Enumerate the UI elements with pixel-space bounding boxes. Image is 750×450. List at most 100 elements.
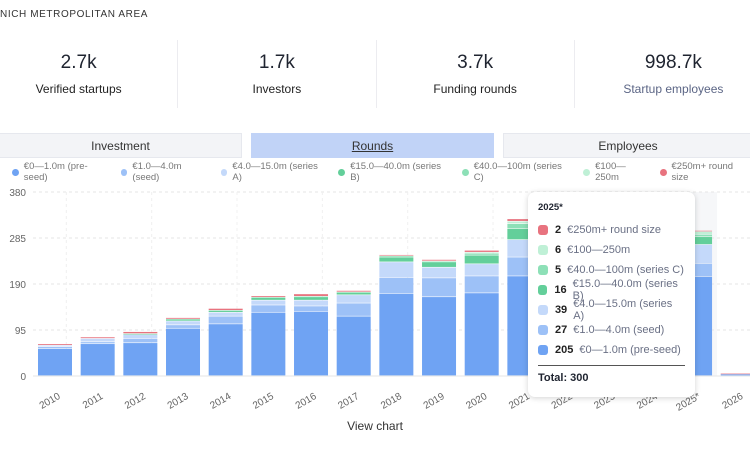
tooltip-value: 5 xyxy=(555,264,562,276)
bar-segment[interactable] xyxy=(294,294,329,296)
bar-segment[interactable] xyxy=(251,312,286,376)
tooltip-label: €1.0—4.0m (seed) xyxy=(573,324,665,336)
bar-segment[interactable] xyxy=(720,373,750,375)
x-tick-label: 2015 xyxy=(251,391,276,412)
bar-segment[interactable] xyxy=(720,374,750,376)
bar-segment[interactable] xyxy=(379,293,414,376)
bar-segment[interactable] xyxy=(336,292,371,295)
legend-dot-icon xyxy=(659,168,667,176)
bar-segment[interactable] xyxy=(80,337,115,339)
stat-investors[interactable]: 1.7k Investors xyxy=(178,40,377,108)
bar-segment[interactable] xyxy=(379,255,414,257)
bar-segment[interactable] xyxy=(251,305,286,312)
bar-segment[interactable] xyxy=(123,331,158,334)
stat-value: 998.7k xyxy=(644,52,702,73)
y-tick-label: 285 xyxy=(9,234,26,245)
bar-segment[interactable] xyxy=(80,338,115,342)
stat-verified-startups[interactable]: 2.7k Verified startups xyxy=(0,40,179,108)
bar-segment[interactable] xyxy=(464,253,499,255)
x-tick-label: 2010 xyxy=(38,391,63,412)
bar-segment[interactable] xyxy=(166,319,201,321)
tooltip-label: €4.0—15.0m (series A) xyxy=(573,298,673,322)
bar-segment[interactable] xyxy=(464,252,499,254)
stat-value: 3.7k xyxy=(457,52,494,73)
bar-segment[interactable] xyxy=(80,342,115,344)
bar-segment[interactable] xyxy=(208,316,243,324)
bar-segment[interactable] xyxy=(336,316,371,376)
stat-label[interactable]: Startup employees xyxy=(575,82,750,96)
tooltip-value: 6 xyxy=(555,244,562,256)
tooltip-row: 5 €40.0—100m (series C) xyxy=(538,260,685,280)
tooltip-label: €40.0—100m (series C) xyxy=(567,264,684,276)
tab-rounds[interactable]: Rounds xyxy=(251,133,494,158)
bar-segment[interactable] xyxy=(123,334,158,339)
bar-segment[interactable] xyxy=(294,300,329,306)
x-tick-label: 2018 xyxy=(379,391,404,412)
y-tick-label: 0 xyxy=(20,372,26,383)
bar-segment[interactable] xyxy=(251,300,286,305)
bar-segment[interactable] xyxy=(422,262,457,267)
bar-segment[interactable] xyxy=(336,292,371,293)
bar-segment[interactable] xyxy=(464,264,499,276)
tooltip-total: Total: 300 xyxy=(538,372,589,384)
bar-segment[interactable] xyxy=(80,344,115,376)
bar-segment[interactable] xyxy=(123,333,158,335)
bar-segment[interactable] xyxy=(251,296,286,297)
bar-segment[interactable] xyxy=(464,255,499,264)
bar-segment[interactable] xyxy=(422,297,457,376)
bar-segment[interactable] xyxy=(38,345,72,347)
bar-segment[interactable] xyxy=(294,297,329,300)
x-tick-label: 2026 xyxy=(720,391,745,412)
tooltip-divider xyxy=(538,365,685,366)
bar-segment[interactable] xyxy=(251,297,286,300)
bar-segment[interactable] xyxy=(422,267,457,278)
bar-segment[interactable] xyxy=(422,261,457,262)
bar-segment[interactable] xyxy=(166,325,201,328)
tooltip-value: 27 xyxy=(555,324,568,336)
bar-segment[interactable] xyxy=(208,308,243,311)
tooltip-title: 2025* xyxy=(538,202,563,213)
bar-segment[interactable] xyxy=(336,290,371,292)
tab-employees[interactable]: Employees xyxy=(503,133,750,158)
bar-segment[interactable] xyxy=(123,338,158,343)
tooltip-label: €0—1.0m (pre-seed) xyxy=(579,344,681,356)
bar-segment[interactable] xyxy=(379,257,414,262)
series-swatch-icon xyxy=(538,245,548,255)
bar-segment[interactable] xyxy=(336,303,371,316)
stat-startup-employees[interactable]: 998.7k Startup employees xyxy=(575,40,750,108)
bar-segment[interactable] xyxy=(166,317,201,319)
bar-segment[interactable] xyxy=(294,296,329,298)
bar-segment[interactable] xyxy=(166,328,201,376)
bar-segment[interactable] xyxy=(379,262,414,278)
tooltip-row: 2 €250m+ round size xyxy=(538,220,685,240)
bar-segment[interactable] xyxy=(294,306,329,311)
stat-value: 2.7k xyxy=(60,52,97,73)
bar-segment[interactable] xyxy=(208,312,243,316)
bar-segment[interactable] xyxy=(336,295,371,303)
bar-segment[interactable] xyxy=(464,250,499,252)
legend-dot-icon xyxy=(220,168,228,176)
series-swatch-icon xyxy=(538,345,548,355)
stat-value: 1.7k xyxy=(258,52,295,73)
tooltip-value: 39 xyxy=(554,304,568,316)
tab-investment[interactable]: Investment xyxy=(0,133,242,158)
bar-segment[interactable] xyxy=(38,344,72,345)
legend-dot-icon xyxy=(461,168,469,176)
stat-funding-rounds[interactable]: 3.7k Funding rounds xyxy=(377,40,575,108)
bar-segment[interactable] xyxy=(38,348,72,376)
view-chart-link[interactable]: View chart xyxy=(0,419,750,433)
chart-tooltip: 2025* 2 €250m+ round size 6 €100—250m 5 €40.0… xyxy=(528,192,695,397)
bar-segment[interactable] xyxy=(379,254,414,256)
bar-segment[interactable] xyxy=(208,310,243,312)
bar-segment[interactable] xyxy=(123,343,158,376)
bar-segment[interactable] xyxy=(464,276,499,293)
bar-segment[interactable] xyxy=(422,278,457,297)
bar-segment[interactable] xyxy=(38,346,72,349)
x-tick-label: 2014 xyxy=(208,391,233,412)
bar-segment[interactable] xyxy=(422,259,457,261)
bar-segment[interactable] xyxy=(294,311,329,376)
bar-segment[interactable] xyxy=(379,277,414,294)
bar-segment[interactable] xyxy=(464,293,499,376)
bar-segment[interactable] xyxy=(166,321,201,325)
bar-segment[interactable] xyxy=(208,324,243,376)
